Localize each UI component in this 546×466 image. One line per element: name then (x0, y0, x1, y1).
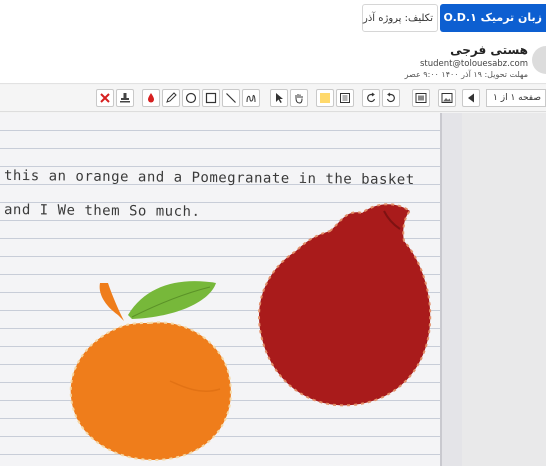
app-root: زبان ترمیک O.D.۱ هفتم : تکلیف: پروژه آذر… (0, 0, 546, 466)
line-button[interactable] (222, 89, 240, 107)
student-email: student@tolouesabz.com (419, 59, 528, 69)
comment-button[interactable] (336, 89, 354, 107)
student-name: هستی فرجی (450, 43, 528, 57)
tab-assignment[interactable]: تکلیف: پروژه آذر (362, 4, 438, 32)
undo-button[interactable] (362, 89, 380, 107)
avatar (532, 46, 546, 74)
document-viewer[interactable]: this an orange and a Pomegranate in the … (0, 113, 546, 466)
cursor-icon (276, 93, 283, 103)
line-icon (226, 93, 236, 103)
redo-button[interactable] (382, 89, 400, 107)
thumbnail-button[interactable] (438, 89, 456, 107)
document-page: this an orange and a Pomegranate in the … (0, 113, 462, 466)
previous-page-button[interactable] (462, 89, 480, 107)
scribble-icon (246, 94, 256, 103)
felt-fruit-photo (69, 203, 432, 461)
highlight-button[interactable] (316, 89, 334, 107)
highlight-icon (320, 93, 330, 103)
note-icon (340, 93, 350, 103)
color-button[interactable] (142, 89, 160, 107)
fit-page-icon (415, 93, 427, 103)
rectangle-button[interactable] (202, 89, 220, 107)
caret-left-icon (468, 93, 474, 103)
stamp-icon (120, 93, 130, 103)
select-button[interactable] (270, 89, 288, 107)
orange-felt (69, 281, 232, 461)
viewer-margin (462, 113, 546, 466)
tab-bar: زبان ترمیک O.D.۱ هفتم : تکلیف: پروژه آذر (0, 0, 546, 38)
pen-button[interactable] (162, 89, 180, 107)
fit-page-button[interactable] (412, 89, 430, 107)
pan-button[interactable] (290, 89, 308, 107)
page-indicator: صفحه ۱ از ۱ (486, 89, 546, 107)
redo-icon (386, 92, 395, 103)
square-icon (205, 92, 217, 104)
hand-icon (295, 94, 303, 104)
delete-button[interactable] (96, 89, 114, 107)
undo-icon (367, 92, 376, 103)
circle-button[interactable] (182, 89, 200, 107)
image-icon (441, 93, 453, 103)
tab-course[interactable]: زبان ترمیک O.D.۱ هفتم : (440, 4, 546, 32)
submission-header: هستی فرجی student@tolouesabz.com مهلت تح… (0, 38, 546, 84)
close-icon (100, 93, 110, 103)
pen-icon (166, 92, 177, 103)
circle-icon (185, 92, 197, 104)
annotation-toolbar: صفحه ۱ از ۱ (0, 85, 546, 112)
stamp-button[interactable] (116, 89, 134, 107)
pomegranate-felt (258, 203, 432, 407)
drop-icon (148, 93, 154, 103)
freehand-button[interactable] (242, 89, 260, 107)
due-date: مهلت تحویل: ۱۹ آذر ۱۴۰۰ ۹:۰۰ عصر (404, 70, 528, 79)
